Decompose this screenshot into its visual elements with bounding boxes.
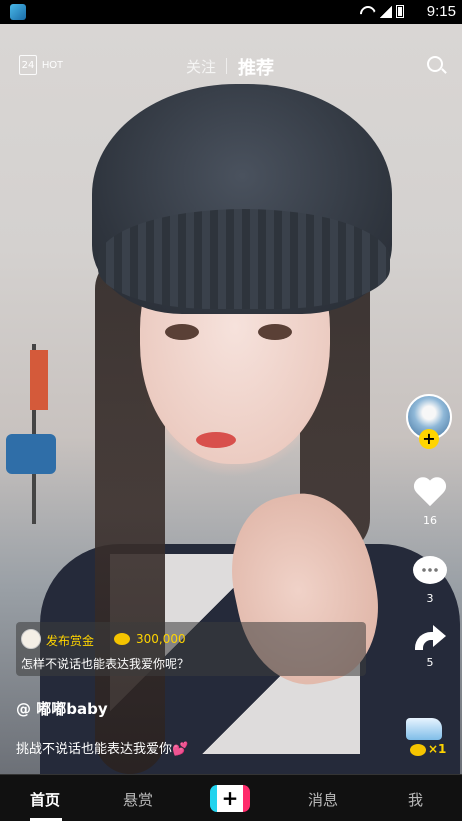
background-clothes-rack — [0, 344, 60, 524]
tab-divider — [226, 58, 227, 74]
status-icons — [360, 5, 404, 18]
heart-icon — [412, 478, 448, 510]
like-count: 16 — [423, 514, 437, 527]
boat-icon — [406, 718, 442, 740]
caption-heart-emoji: 💕 — [172, 742, 189, 757]
bounty-amount: 300,000 — [136, 632, 186, 646]
comment-count: 3 — [426, 592, 434, 605]
gift-sticker[interactable]: ×1 — [404, 718, 446, 760]
nav-home[interactable]: 首页 — [30, 789, 60, 810]
follow-plus-icon[interactable]: + — [419, 429, 439, 449]
status-bar: 9:15 — [0, 0, 462, 24]
search-icon[interactable] — [427, 56, 443, 72]
nav-me[interactable]: 我 — [408, 789, 423, 810]
share-count: 5 — [426, 656, 434, 669]
share-button[interactable]: 5 — [408, 622, 452, 669]
bounty-card[interactable]: 发布赏金 300,000 怎样不说话也能表达我爱你呢？ — [16, 622, 366, 676]
bounty-tag: 发布赏金 — [46, 634, 95, 648]
tab-following[interactable]: 关注 — [186, 56, 216, 77]
bottom-nav: 首页 悬赏 + 消息 我 — [0, 774, 462, 821]
caption-text: 挑战不说话也能表达我爱你 — [16, 742, 173, 757]
battery-icon — [396, 5, 404, 18]
tab-recommended[interactable]: 推荐 — [238, 54, 274, 80]
sticker-multiplier: ×1 — [428, 742, 447, 756]
wifi-icon — [360, 6, 376, 18]
bounty-avatar — [21, 629, 41, 649]
share-arrow-icon — [413, 622, 447, 652]
comment-button[interactable]: 3 — [408, 556, 452, 605]
calendar-hot-icon[interactable]: 24 — [19, 55, 37, 75]
post-button[interactable]: + — [210, 785, 250, 812]
video-subject-beanie-rim — [98, 209, 390, 309]
like-button[interactable]: 16 — [408, 478, 452, 527]
app-screen: 9:15 24 HOT 关注 推荐 + 16 3 5 发布赏金 300,000 … — [0, 0, 462, 821]
nav-bounty[interactable]: 悬赏 — [123, 789, 153, 810]
nav-messages[interactable]: 消息 — [308, 789, 338, 810]
comment-bubble-icon — [413, 556, 447, 584]
video-subject-eye-right — [258, 324, 292, 340]
hot-label[interactable]: HOT — [42, 60, 63, 71]
plus-icon: + — [221, 786, 239, 810]
video-caption: 挑战不说话也能表达我爱你💕 — [16, 738, 188, 757]
signal-icon — [380, 5, 392, 18]
video-username[interactable]: @ 嘟嘟baby — [16, 698, 108, 719]
gold-coin-icon — [114, 633, 130, 645]
status-time: 9:15 — [426, 3, 456, 20]
app-notification-icon — [10, 4, 26, 20]
coin-icon — [410, 744, 426, 756]
video-subject-eye-left — [165, 324, 199, 340]
bounty-question: 怎样不说话也能表达我爱你呢？ — [21, 657, 190, 671]
creator-avatar-block[interactable]: + — [406, 394, 452, 449]
video-subject-lips — [196, 432, 236, 448]
